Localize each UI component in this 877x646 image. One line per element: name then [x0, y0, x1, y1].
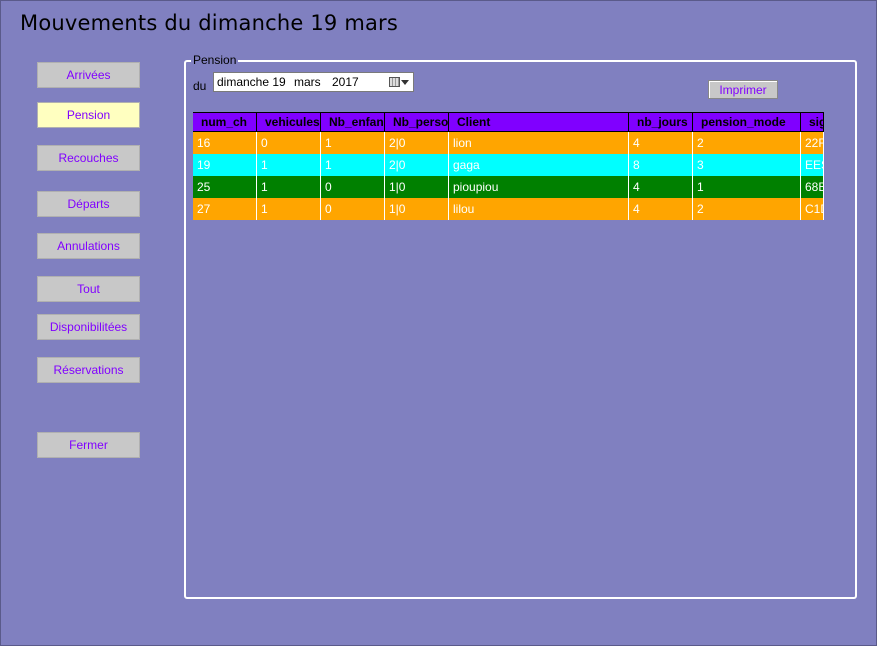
date-dropdown-button[interactable] — [389, 77, 409, 87]
column-header[interactable]: pension_mode — [693, 112, 801, 132]
table-cell[interactable]: 1 — [321, 132, 385, 154]
table-cell[interactable]: 1|0 — [385, 198, 449, 220]
chevron-down-icon — [401, 79, 409, 85]
nav-arrivees-button[interactable]: Arrivées — [37, 62, 140, 88]
date-picker[interactable]: dimanche 19 mars 2017 — [213, 72, 414, 92]
table-cell[interactable]: lilou — [449, 198, 629, 220]
column-header[interactable]: nb_jours — [629, 112, 693, 132]
column-header[interactable]: num_ch — [193, 112, 257, 132]
table-cell[interactable]: 2|0 — [385, 132, 449, 154]
table-cell[interactable]: 1 — [257, 198, 321, 220]
table-cell[interactable]: pioupiou — [449, 176, 629, 198]
table-cell[interactable]: 19 — [193, 154, 257, 176]
table-cell[interactable]: 1 — [321, 154, 385, 176]
table-cell[interactable]: 0 — [321, 176, 385, 198]
table-cell[interactable]: 1 — [257, 176, 321, 198]
table-row[interactable]: 27 1 0 1|0 lilou 4 2 C1D — [193, 198, 824, 220]
groupbox-label: Pension — [191, 53, 239, 67]
nav-tout-button[interactable]: Tout — [37, 276, 140, 302]
table-cell[interactable]: 4 — [629, 198, 693, 220]
table-cell[interactable]: 1 — [693, 176, 801, 198]
date-from-label: du — [193, 79, 207, 93]
table-cell[interactable]: 1 — [257, 154, 321, 176]
nav-pension-button[interactable]: Pension — [37, 102, 140, 128]
table-cell[interactable]: 0 — [257, 132, 321, 154]
date-day[interactable]: dimanche 19 — [217, 75, 294, 89]
table-cell[interactable]: 4 — [629, 132, 693, 154]
table-row[interactable]: 16 0 1 2|0 lion 4 2 22F — [193, 132, 824, 154]
table-cell[interactable]: 68B — [801, 176, 824, 198]
table-cell[interactable]: 8 — [629, 154, 693, 176]
column-header[interactable]: Client — [449, 112, 629, 132]
table-cell[interactable]: gaga — [449, 154, 629, 176]
table-cell[interactable]: 2|0 — [385, 154, 449, 176]
column-header[interactable]: vehicules — [257, 112, 321, 132]
table-header-row: num_ch vehicules Nb_enfan Nb_person Clie… — [193, 112, 824, 132]
table-cell[interactable]: 1|0 — [385, 176, 449, 198]
nav-recouches-button[interactable]: Recouches — [37, 145, 140, 171]
pension-table[interactable]: num_ch vehicules Nb_enfan Nb_person Clie… — [193, 112, 824, 222]
nav-annulations-button[interactable]: Annulations — [37, 233, 140, 259]
column-header[interactable]: sig — [801, 112, 824, 132]
table-cell[interactable]: 16 — [193, 132, 257, 154]
table-cell[interactable]: 0 — [321, 198, 385, 220]
table-cell[interactable]: 3 — [693, 154, 801, 176]
date-year[interactable]: 2017 — [332, 75, 387, 89]
nav-fermer-button[interactable]: Fermer — [37, 432, 140, 458]
table-cell[interactable]: 2 — [693, 198, 801, 220]
column-header[interactable]: Nb_person — [385, 112, 449, 132]
nav-reservations-button[interactable]: Réservations — [37, 357, 140, 383]
table-cell[interactable]: EES — [801, 154, 824, 176]
table-cell[interactable]: lion — [449, 132, 629, 154]
table-cell[interactable]: 22F — [801, 132, 824, 154]
table-cell[interactable]: C1D — [801, 198, 824, 220]
date-month[interactable]: mars — [294, 75, 332, 89]
print-button[interactable]: Imprimer — [708, 80, 778, 99]
nav-disponibilites-button[interactable]: Disponibilitées — [37, 314, 140, 340]
table-cell[interactable]: 25 — [193, 176, 257, 198]
table-cell[interactable]: 27 — [193, 198, 257, 220]
column-header[interactable]: Nb_enfan — [321, 112, 385, 132]
table-row[interactable]: 25 1 0 1|0 pioupiou 4 1 68B — [193, 176, 824, 198]
calendar-icon — [389, 77, 400, 87]
table-cell[interactable]: 2 — [693, 132, 801, 154]
window-title: Mouvements du dimanche 19 mars — [20, 11, 399, 35]
table-cell[interactable]: 4 — [629, 176, 693, 198]
nav-departs-button[interactable]: Départs — [37, 191, 140, 217]
table-row[interactable]: 19 1 1 2|0 gaga 8 3 EES — [193, 154, 824, 176]
